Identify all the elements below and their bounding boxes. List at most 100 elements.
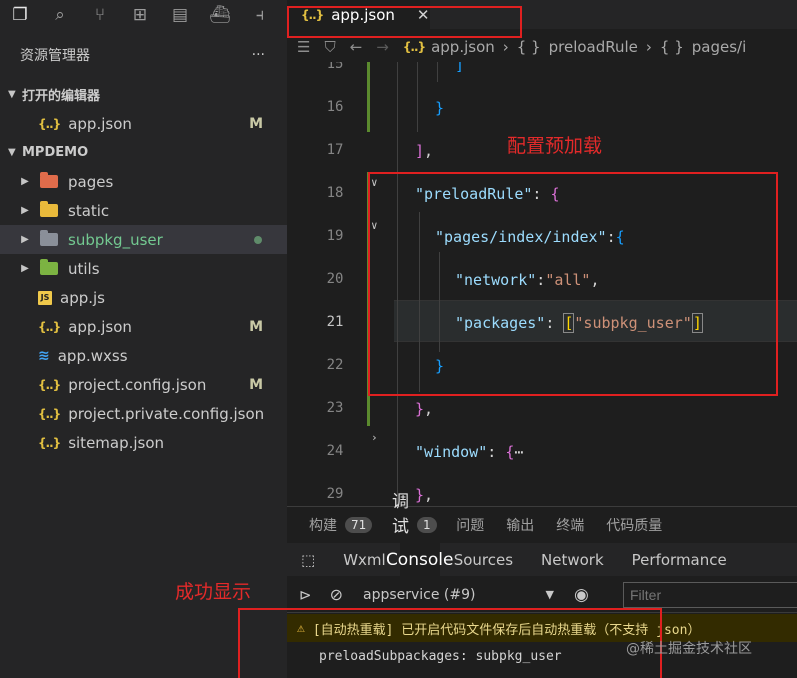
eye-icon[interactable]: ◉ [574, 585, 589, 605]
sidebar-toggle-icon[interactable]: ⊳ [299, 586, 312, 604]
activity-bar: ❐ ⌕ ⑂ ⊞ ▤ ⛴ ⫞ [0, 0, 287, 30]
js-file-icon: JS [38, 290, 52, 305]
code-line-23: }, [415, 400, 434, 418]
css-file-icon: ≋ [38, 347, 50, 364]
file-name: static [68, 201, 110, 220]
json-file-icon: {..} [38, 319, 61, 334]
more-actions-icon[interactable]: ··· [252, 47, 265, 63]
chevron-right-icon: ▶ [21, 234, 29, 245]
tab-label: 问题 [456, 517, 485, 534]
tree-item-subpkg-user[interactable]: ▶ subpkg_user [0, 225, 287, 254]
tree-item-app-json[interactable]: {..} app.json M [0, 312, 287, 341]
chevron-down-icon[interactable]: ▼ [546, 588, 554, 601]
tab-sources[interactable]: Sources [440, 543, 527, 576]
object-icon: { } [516, 38, 541, 56]
folder-icon [40, 201, 58, 217]
tree-item-app-js[interactable]: JS app.js [0, 283, 287, 312]
tree-item-sitemap[interactable]: {..} sitemap.json [0, 428, 287, 457]
code-line-29: }, [415, 486, 434, 504]
breadcrumb-part-1[interactable]: preloadRule [549, 38, 638, 56]
line-number: 21 [326, 314, 344, 330]
extensions-icon[interactable]: ⊞ [120, 0, 160, 30]
chevron-right-icon: ▶ [21, 205, 29, 216]
explorer-title: 资源管理器 [20, 48, 90, 64]
tree-item-project-private-config[interactable]: {..} project.private.config.json [0, 399, 287, 428]
tab-output[interactable]: 输出 [506, 515, 534, 535]
breadcrumb-file[interactable]: app.json [431, 38, 495, 56]
chevron-right-icon: ▶ [21, 176, 29, 187]
tab-build[interactable]: 构建 71 [309, 515, 373, 535]
modified-badge: M [249, 115, 263, 132]
context-select[interactable]: appservice (#9) [363, 587, 476, 603]
file-name: sitemap.json [68, 433, 165, 452]
folder-icon [40, 259, 58, 275]
code-line-16: } [435, 99, 445, 117]
object-icon: { } [659, 38, 684, 56]
tree-item-app-wxss[interactable]: ≋ app.wxss [0, 341, 287, 370]
file-name: app.json [68, 317, 132, 336]
line-number: 23 [326, 400, 344, 416]
line-number: 17 [326, 142, 344, 158]
source-control-icon[interactable]: ⑂ [80, 0, 120, 30]
filter-input[interactable] [623, 582, 797, 608]
tab-debugger[interactable]: 调试器1 [392, 492, 437, 562]
untracked-dot [254, 236, 262, 244]
tab-label: 代码质量 [606, 517, 663, 534]
chevron-right-icon[interactable]: › [371, 431, 378, 444]
list-icon[interactable]: ☰ [297, 38, 310, 56]
line-number: 16 [326, 99, 344, 115]
watermark: @稀土掘金技术社区 [626, 641, 752, 657]
tab-performance[interactable]: Performance [618, 543, 741, 576]
inspect-icon[interactable]: ⬚ [287, 543, 329, 576]
tab-code-quality[interactable]: 代码质量 [606, 515, 662, 535]
code-line-24: "window": {⋯ [415, 443, 524, 461]
open-editors-label: 打开的编辑器 [22, 89, 101, 104]
tab-label: 输出 [506, 517, 535, 534]
indent-guide [417, 62, 418, 132]
open-editor-item[interactable]: {..} app.json M [0, 109, 287, 138]
clear-console-icon[interactable]: ⊘ [330, 585, 343, 604]
modified-badge: M [249, 318, 263, 335]
panel-tab-bar: 构建 71 调试器1 问题 输出 终端 代码质量 [287, 492, 797, 562]
tab-label: 终端 [556, 517, 585, 534]
project-section[interactable]: ▼ MPDEMO [0, 138, 287, 167]
devtools-tab-bar: ⬚ Wxml Console Sources Network Performan… [287, 543, 797, 576]
open-editors-section[interactable]: ▼ 打开的编辑器 [0, 80, 287, 109]
bookmark-icon[interactable]: ⛉ [324, 38, 335, 56]
tab-problems[interactable]: 问题 [456, 515, 484, 535]
json-file-icon: {..} [402, 40, 426, 54]
folder-icon [40, 172, 58, 188]
json-file-icon: {..} [38, 116, 61, 131]
annotation-box-tab [287, 6, 522, 38]
file-name: subpkg_user [68, 230, 163, 249]
annotation-preload-label: 配置预加载 [507, 135, 603, 157]
search-icon[interactable]: ⌕ [40, 0, 80, 30]
file-name: pages [68, 172, 114, 191]
line-number: 15 [326, 62, 344, 72]
folder-icon [40, 230, 58, 246]
tree-item-static[interactable]: ▶ static [0, 196, 287, 225]
explorer-title-bar: 资源管理器 ··· [0, 30, 287, 80]
chevron-down-icon: ▼ [8, 147, 16, 158]
tree-item-utils[interactable]: ▶ utils [0, 254, 287, 283]
forward-arrow-icon[interactable]: → [376, 38, 389, 56]
project-label: MPDEMO [22, 145, 89, 160]
docker-icon[interactable]: ⛴ [200, 0, 240, 30]
file-name: project.private.config.json [68, 404, 265, 423]
indent-guide [437, 62, 438, 82]
tree-item-pages[interactable]: ▶ pages [0, 167, 287, 196]
annotation-success-label: 成功显示 [175, 581, 252, 603]
tab-console[interactable]: Console [386, 543, 453, 576]
chevron-right-icon: ▶ [21, 263, 29, 274]
annotation-box-console [238, 608, 662, 678]
modified-gutter [367, 62, 370, 132]
split-icon[interactable]: ⫞ [240, 0, 280, 30]
tab-terminal[interactable]: 终端 [556, 515, 584, 535]
back-arrow-icon[interactable]: ← [350, 38, 363, 56]
layout-icon[interactable]: ▤ [160, 0, 200, 30]
tree-item-project-config[interactable]: {..} project.config.json M [0, 370, 287, 399]
explorer-icon[interactable]: ❐ [0, 0, 40, 30]
json-file-icon: {..} [38, 435, 61, 450]
breadcrumb-part-2[interactable]: pages/i [692, 38, 747, 56]
tab-network[interactable]: Network [527, 543, 618, 576]
